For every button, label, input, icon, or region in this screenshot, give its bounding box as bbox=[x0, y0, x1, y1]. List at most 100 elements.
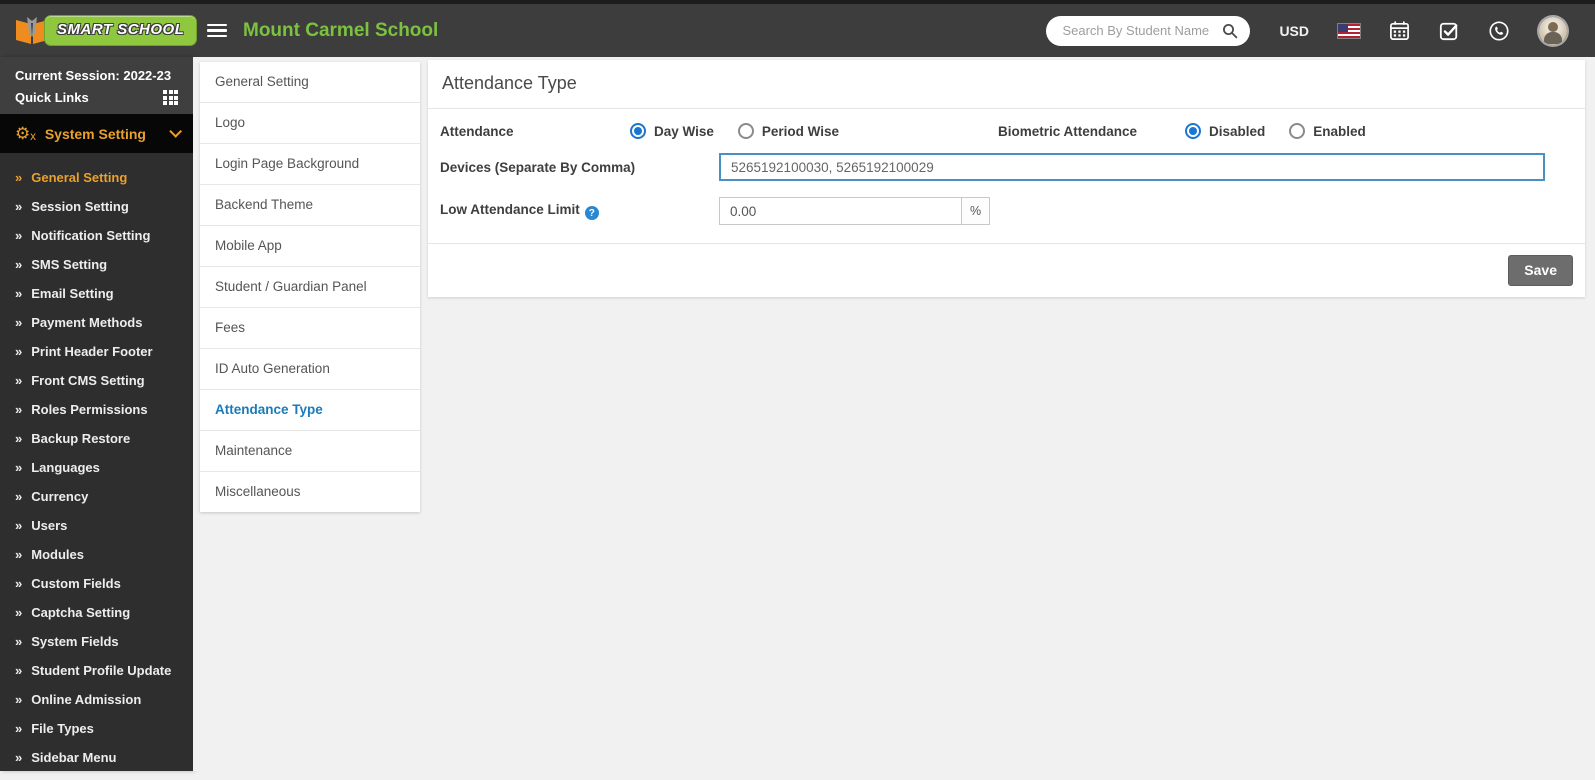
sidebar-item-label: Session Setting bbox=[31, 199, 129, 214]
card-title: Attendance Type bbox=[428, 60, 1585, 109]
submenu-backend-theme[interactable]: Backend Theme bbox=[200, 185, 420, 226]
radio-selected-icon bbox=[630, 123, 646, 139]
double-chevron-icon: » bbox=[15, 605, 23, 620]
brand-badge: SMART SCHOOL bbox=[44, 15, 198, 46]
double-chevron-icon: » bbox=[15, 634, 23, 649]
sidebar-item-label: Modules bbox=[31, 547, 84, 562]
sidebar-item-sms-setting[interactable]: » SMS Setting bbox=[0, 250, 193, 279]
chevron-down-icon bbox=[169, 125, 182, 138]
sidebar-item-users[interactable]: » Users bbox=[0, 511, 193, 540]
sidebar-item-payment-methods[interactable]: » Payment Methods bbox=[0, 308, 193, 337]
submenu-mobile-app[interactable]: Mobile App bbox=[200, 226, 420, 267]
app-logo[interactable]: SMART SCHOOL bbox=[0, 15, 198, 47]
double-chevron-icon: » bbox=[15, 692, 23, 707]
submenu-login-page-background[interactable]: Login Page Background bbox=[200, 144, 420, 185]
sidebar-item-label: Custom Fields bbox=[31, 576, 121, 591]
submenu-id-auto-generation[interactable]: ID Auto Generation bbox=[200, 349, 420, 390]
sidebar-item-student-profile-update[interactable]: » Student Profile Update bbox=[0, 656, 193, 685]
radio-unselected-icon bbox=[737, 123, 754, 139]
double-chevron-icon: » bbox=[15, 518, 23, 533]
double-chevron-icon: » bbox=[15, 228, 23, 243]
sidebar-item-general-setting[interactable]: » General Setting bbox=[0, 163, 193, 192]
student-search bbox=[1046, 15, 1251, 46]
sidebar-item-online-admission[interactable]: » Online Admission bbox=[0, 685, 193, 714]
sidebar-item-system-fields[interactable]: » System Fields bbox=[0, 627, 193, 656]
calendar-icon[interactable] bbox=[1389, 20, 1410, 41]
radio-selected-icon bbox=[1185, 123, 1201, 139]
submenu-miscellaneous[interactable]: Miscellaneous bbox=[200, 472, 420, 512]
devices-label: Devices (Separate By Comma) bbox=[440, 159, 636, 175]
double-chevron-icon: » bbox=[15, 199, 23, 214]
sidebar-item-backup-restore[interactable]: » Backup Restore bbox=[0, 424, 193, 453]
search-icon[interactable] bbox=[1220, 21, 1240, 41]
submenu-maintenance[interactable]: Maintenance bbox=[200, 431, 420, 472]
radio-day-wise[interactable]: Day Wise bbox=[630, 123, 714, 139]
double-chevron-icon: » bbox=[15, 402, 23, 417]
double-chevron-icon: » bbox=[15, 460, 23, 475]
search-input[interactable] bbox=[1062, 23, 1221, 38]
sidebar-item-label: Payment Methods bbox=[31, 315, 143, 330]
double-chevron-icon: » bbox=[15, 663, 23, 678]
brand-text: SMART SCHOOL bbox=[57, 21, 185, 38]
hamburger-menu-icon[interactable] bbox=[207, 21, 227, 41]
radio-label: Enabled bbox=[1313, 123, 1366, 139]
language-flag-icon[interactable] bbox=[1338, 23, 1360, 38]
help-icon[interactable]: ? bbox=[584, 206, 599, 221]
page-title: Mount Carmel School bbox=[243, 19, 439, 41]
radio-label: Day Wise bbox=[654, 123, 714, 139]
quick-links[interactable]: Quick Links bbox=[15, 90, 178, 105]
submenu-attendance-type[interactable]: Attendance Type bbox=[200, 390, 420, 431]
sidebar-item-sidebar-menu[interactable]: » Sidebar Menu bbox=[0, 743, 193, 772]
sidebar-item-modules[interactable]: » Modules bbox=[0, 540, 193, 569]
session-block: Current Session: 2022-23 Quick Links bbox=[0, 57, 193, 114]
save-button[interactable]: Save bbox=[1508, 255, 1573, 286]
sidebar-item-label: System Fields bbox=[31, 634, 119, 649]
radio-enabled[interactable]: Enabled bbox=[1289, 123, 1366, 139]
sidebar-item-label: Sidebar Menu bbox=[31, 750, 117, 765]
currency-selector[interactable]: USD bbox=[1279, 23, 1309, 39]
radio-period-wise[interactable]: Period Wise bbox=[737, 123, 840, 139]
content-area: General Setting Logo Login Page Backgrou… bbox=[193, 57, 1595, 771]
sidebar-item-front-cms-setting[interactable]: » Front CMS Setting bbox=[0, 366, 193, 395]
quick-links-label: Quick Links bbox=[15, 90, 89, 105]
todo-check-icon[interactable] bbox=[1439, 21, 1459, 41]
low-attendance-limit-input[interactable] bbox=[719, 197, 962, 225]
radio-disabled[interactable]: Disabled bbox=[1185, 123, 1265, 139]
whatsapp-icon[interactable] bbox=[1488, 20, 1510, 42]
radio-label: Period Wise bbox=[761, 123, 840, 139]
sidebar-item-file-types[interactable]: » File Types bbox=[0, 714, 193, 743]
double-chevron-icon: » bbox=[15, 257, 23, 272]
submenu-student-guardian-panel[interactable]: Student / Guardian Panel bbox=[200, 267, 420, 308]
double-chevron-icon: » bbox=[15, 547, 23, 562]
grid-icon[interactable] bbox=[163, 90, 178, 105]
sidebar-item-notification-setting[interactable]: » Notification Setting bbox=[0, 221, 193, 250]
sidebar-item-currency[interactable]: » Currency bbox=[0, 482, 193, 511]
user-avatar[interactable] bbox=[1539, 16, 1567, 45]
sidebar-item-captcha-setting[interactable]: » Captcha Setting bbox=[0, 598, 193, 627]
sidebar-item-languages[interactable]: » Languages bbox=[0, 453, 193, 482]
main-sidebar: Current Session: 2022-23 Quick Links ⚙ₓ … bbox=[0, 57, 193, 771]
devices-input[interactable] bbox=[719, 153, 1545, 181]
sidebar-item-label: Print Header Footer bbox=[31, 344, 153, 359]
sidebar-item-label: Student Profile Update bbox=[31, 663, 172, 678]
sidebar-item-session-setting[interactable]: » Session Setting bbox=[0, 192, 193, 221]
sidebar-item-print-header-footer[interactable]: » Print Header Footer bbox=[0, 337, 193, 366]
submenu-fees[interactable]: Fees bbox=[200, 308, 420, 349]
percent-addon: % bbox=[962, 197, 990, 225]
topbar-actions: USD bbox=[1046, 15, 1595, 46]
double-chevron-icon: » bbox=[15, 721, 23, 736]
sidebar-item-roles-permissions[interactable]: » Roles Permissions bbox=[0, 395, 193, 424]
sidebar-item-custom-fields[interactable]: » Custom Fields bbox=[0, 569, 193, 598]
biometric-attendance-label: Biometric Attendance bbox=[998, 123, 1138, 139]
double-chevron-icon: » bbox=[15, 750, 23, 765]
sidebar-item-label: SMS Setting bbox=[31, 257, 108, 272]
double-chevron-icon: » bbox=[15, 431, 23, 446]
sidebar-item-label: Front CMS Setting bbox=[31, 373, 145, 388]
double-chevron-icon: » bbox=[15, 315, 23, 330]
sidebar-section-system-setting[interactable]: ⚙ₓ System Setting bbox=[0, 114, 193, 153]
gears-icon: ⚙ₓ bbox=[15, 124, 36, 143]
sidebar-item-email-setting[interactable]: » Email Setting bbox=[0, 279, 193, 308]
submenu-logo[interactable]: Logo bbox=[200, 103, 420, 144]
biometric-radio-group: Disabled Enabled bbox=[1185, 123, 1366, 139]
submenu-general-setting[interactable]: General Setting bbox=[200, 62, 420, 103]
